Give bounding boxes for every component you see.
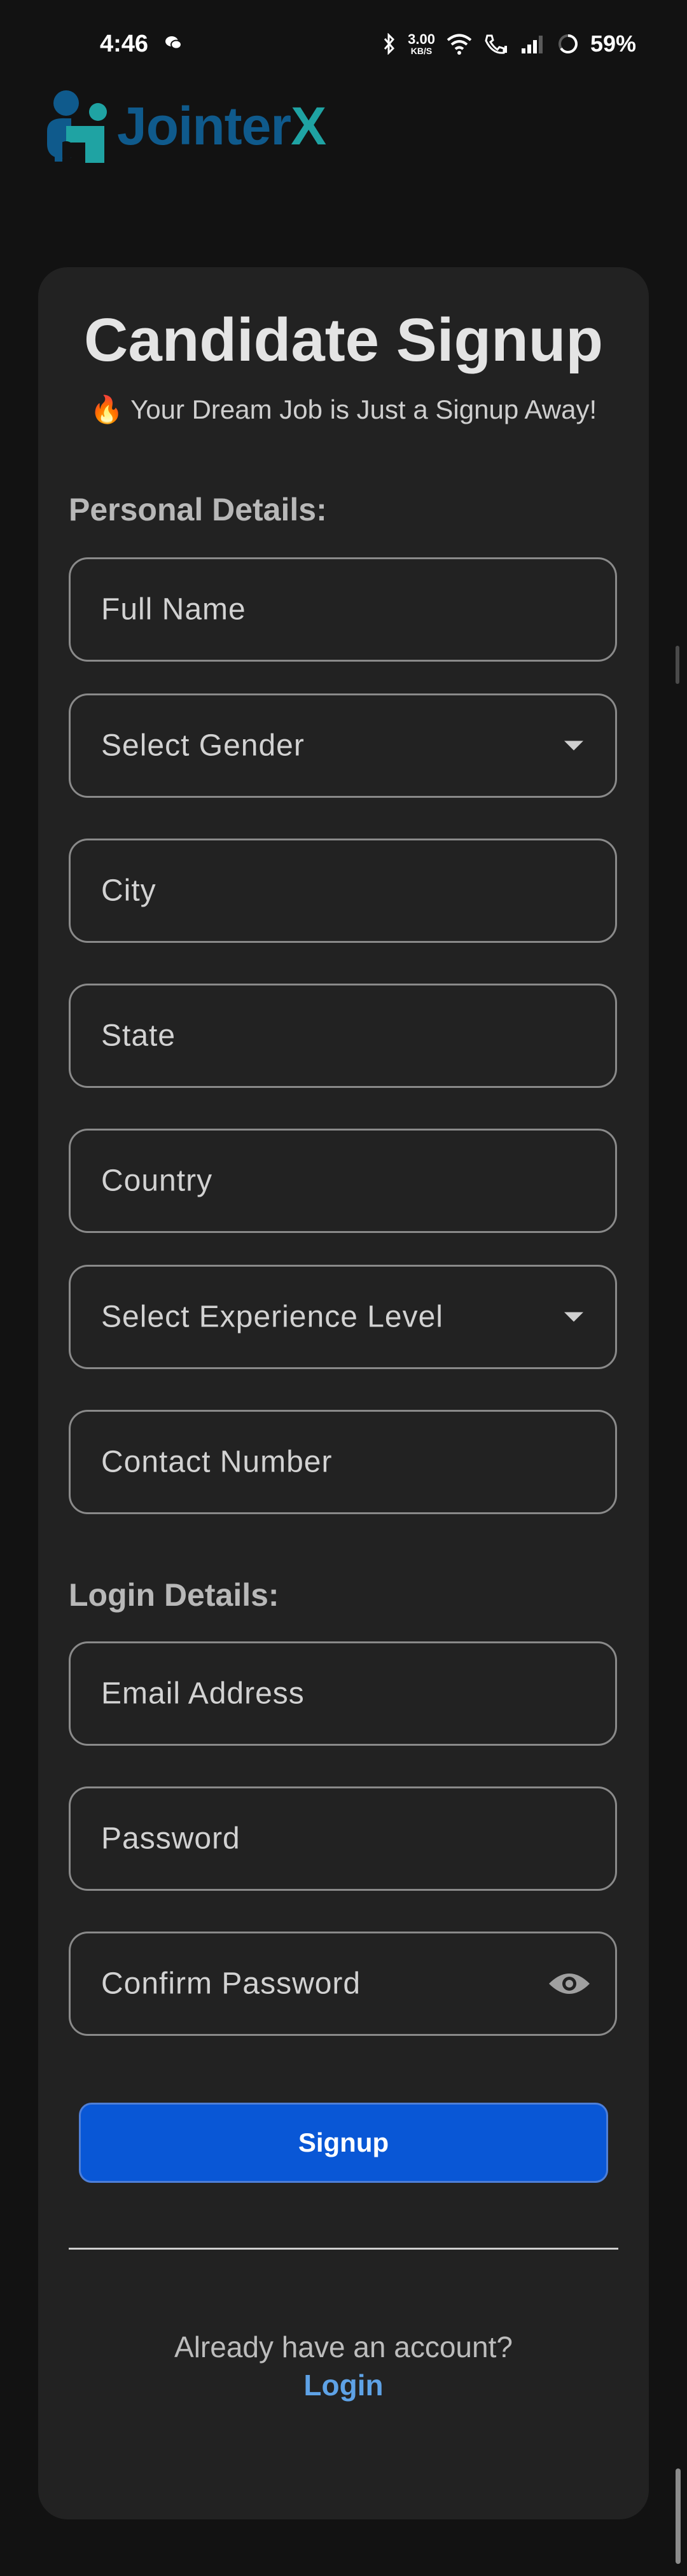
status-time: 4:46 — [100, 31, 149, 57]
signup-button[interactable]: Signup — [79, 2103, 608, 2183]
net-speed: 3.00 KB/S — [408, 31, 435, 56]
confirm-password-placeholder: Confirm Password — [101, 1967, 361, 2001]
battery-icon — [558, 34, 578, 53]
battery-percent: 59% — [590, 31, 636, 57]
personal-details-label: Personal Details: — [69, 492, 327, 527]
experience-select[interactable]: Select Experience Level — [69, 1265, 617, 1369]
email-placeholder: Email Address — [101, 1676, 305, 1711]
country-field[interactable]: Country — [69, 1129, 617, 1233]
wechat-icon — [165, 36, 182, 50]
city-placeholder: City — [101, 874, 156, 908]
city-field[interactable]: City — [69, 839, 617, 943]
page-title: Candidate Signup — [84, 306, 603, 374]
login-link[interactable]: Login — [0, 2368, 687, 2402]
chevron-down-icon — [564, 1312, 583, 1322]
logo-text-accent: X — [291, 95, 326, 156]
gender-select[interactable]: Select Gender — [69, 693, 617, 798]
logo-mark-icon — [47, 90, 107, 163]
divider — [69, 2248, 618, 2250]
bluetooth-icon — [384, 33, 395, 55]
experience-select-label: Select Experience Level — [101, 1300, 443, 1334]
scroll-indicator[interactable] — [676, 2468, 681, 2564]
state-placeholder: State — [101, 1019, 176, 1053]
full-name-field[interactable]: Full Name — [69, 557, 617, 662]
chevron-down-icon — [564, 741, 583, 751]
logo-text: JointerX — [117, 95, 326, 157]
country-placeholder: Country — [101, 1164, 213, 1198]
login-details-label: Login Details: — [69, 1577, 279, 1613]
full-name-placeholder: Full Name — [101, 592, 246, 627]
contact-number-field[interactable]: Contact Number — [69, 1410, 617, 1514]
net-speed-value: 3.00 — [408, 31, 435, 47]
password-field[interactable]: Password — [69, 1786, 617, 1891]
app-logo: JointerX — [41, 87, 333, 165]
password-placeholder: Password — [101, 1821, 240, 1856]
confirm-password-field[interactable]: Confirm Password — [69, 1932, 617, 2036]
wifi-icon — [447, 34, 472, 55]
page-subtitle: 🔥 Your Dream Job is Just a Signup Away! — [90, 394, 597, 424]
scroll-thumb-mid — [676, 646, 679, 684]
net-speed-unit: KB/S — [410, 46, 433, 56]
eye-icon[interactable] — [546, 1968, 592, 1999]
state-field[interactable]: State — [69, 984, 617, 1088]
contact-number-placeholder: Contact Number — [101, 1445, 333, 1479]
signal-icon — [521, 36, 543, 53]
email-field[interactable]: Email Address — [69, 1641, 617, 1746]
already-account-text: Already have an account? — [174, 2330, 513, 2364]
wifi-call-icon — [485, 34, 507, 54]
gender-select-label: Select Gender — [101, 728, 305, 763]
logo-text-main: Jointer — [117, 95, 291, 156]
status-bar: 4:46 3.00 KB/S 59% — [0, 0, 687, 89]
status-right-group: 3.00 KB/S 59% — [382, 31, 636, 57]
signup-screen: 4:46 3.00 KB/S 59% JointerX Candidate Si… — [0, 0, 687, 2576]
